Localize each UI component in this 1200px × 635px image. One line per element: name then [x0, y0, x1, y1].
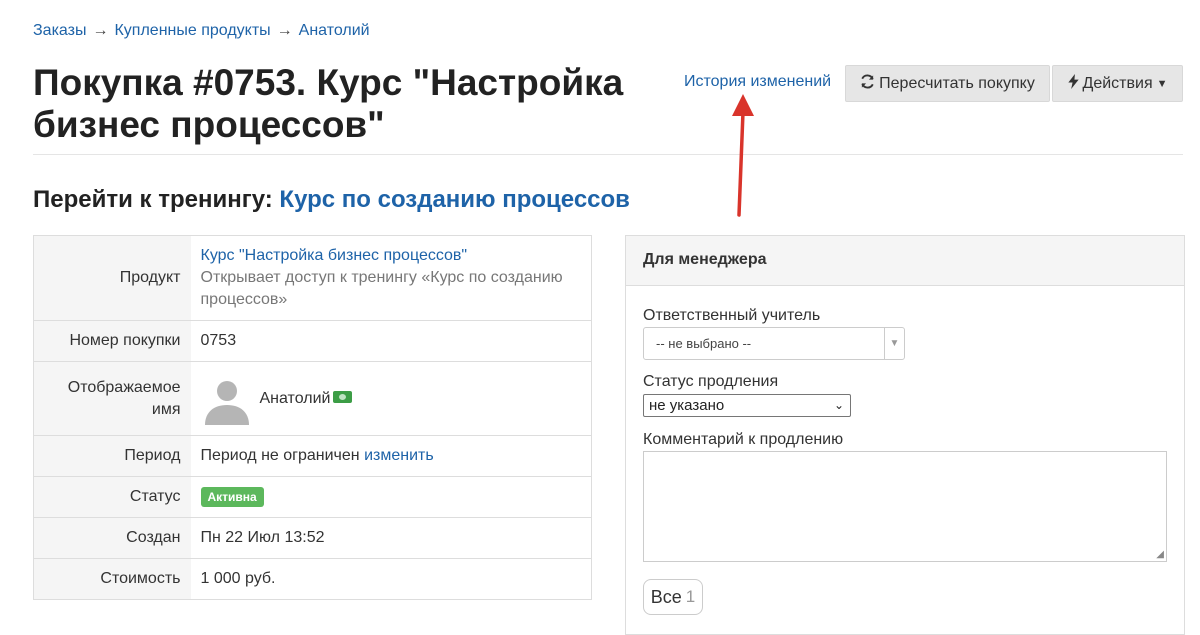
cash-icon	[333, 390, 353, 403]
table-row-status: Статус Активна	[33, 476, 592, 518]
display-name-value: Анатолий	[259, 389, 331, 407]
resize-grip-icon[interactable]: ◢	[1156, 549, 1164, 560]
breadcrumb-orders[interactable]: Заказы	[33, 22, 86, 39]
purchase-info-table: Продукт Курс "Настройка бизнес процессов…	[33, 235, 592, 600]
all-filter-count: 1	[685, 587, 696, 606]
status-label: Статус	[33, 476, 191, 518]
teacher-label: Ответственный учитель	[643, 307, 821, 324]
table-row-created: Создан Пн 22 Июл 13:52	[33, 517, 592, 559]
refresh-icon	[860, 74, 875, 94]
product-link[interactable]: Курс "Настройка бизнес процессов"	[201, 247, 468, 264]
breadcrumb-separator: →	[276, 22, 293, 39]
period-value: Период не ограничен	[200, 447, 360, 464]
go-to-training: Перейти к тренингу: Курс по созданию про…	[33, 186, 630, 214]
renewal-status-value: не указано	[649, 397, 725, 414]
price-value: 1 000 руб.	[190, 558, 592, 600]
all-filter-label: Все	[650, 586, 682, 607]
display-name-label: Отображаемое имя	[33, 361, 191, 436]
renewal-status-select[interactable]: не указано ⌄	[643, 394, 851, 417]
price-label: Стоимость	[33, 558, 191, 600]
product-description: Открывает доступ к тренингу «Курс по соз…	[200, 269, 563, 308]
renewal-status-label: Статус продления	[643, 373, 779, 390]
created-label: Создан	[33, 517, 191, 559]
bolt-icon	[1067, 73, 1079, 94]
manager-panel: Для менеджера Ответственный учитель -- н…	[625, 235, 1185, 635]
table-row-price: Стоимость 1 000 руб.	[33, 558, 592, 600]
header-divider	[33, 154, 1183, 155]
renewal-comment-label: Комментарий к продлению	[643, 431, 844, 448]
all-filter-button[interactable]: Все 1	[643, 579, 703, 615]
period-change-link[interactable]: изменить	[364, 447, 434, 464]
page-title: Покупка #0753. Курс "Настройка бизнес пр…	[33, 62, 624, 145]
created-value: Пн 22 Июл 13:52	[190, 517, 592, 559]
breadcrumb-purchased-products[interactable]: Купленные продукты	[114, 22, 270, 39]
product-label: Продукт	[33, 235, 191, 321]
training-prefix: Перейти к тренингу:	[33, 186, 273, 213]
history-link[interactable]: История изменений	[684, 73, 831, 91]
table-row-number: Номер покупки 0753	[33, 320, 592, 362]
training-link[interactable]: Курс по созданию процессов	[279, 186, 630, 213]
table-row-display-name: Отображаемое имя Анатолий	[33, 361, 592, 436]
status-badge: Активна	[200, 487, 264, 507]
teacher-select-value: -- не выбрано --	[656, 336, 752, 351]
table-row-product: Продукт Курс "Настройка бизнес процессов…	[33, 235, 592, 321]
breadcrumb: Заказы → Купленные продукты → Анатолий	[33, 22, 370, 40]
annotation-arrow	[732, 94, 754, 217]
breadcrumb-user[interactable]: Анатолий	[299, 22, 370, 39]
avatar-placeholder-icon	[200, 372, 253, 425]
chevron-down-icon: ⌄	[833, 398, 844, 412]
caret-down-icon: ▼	[1156, 77, 1168, 90]
caret-down-icon: ▼	[884, 328, 904, 359]
recalc-purchase-label: Пересчитать покупку	[879, 74, 1035, 92]
manager-panel-title: Для менеджера	[626, 236, 1184, 286]
renewal-comment-textarea[interactable]: ◢	[643, 451, 1167, 562]
recalc-purchase-button[interactable]: Пересчитать покупку	[845, 65, 1050, 102]
number-value: 0753	[190, 320, 592, 362]
teacher-select[interactable]: -- не выбрано -- ▼	[643, 327, 905, 360]
actions-dropdown-button[interactable]: Действия ▼	[1052, 65, 1183, 102]
table-row-period: Период Период не ограничен изменить	[33, 435, 592, 477]
period-label: Период	[33, 435, 191, 477]
number-label: Номер покупки	[33, 320, 191, 362]
actions-label: Действия	[1082, 74, 1153, 92]
breadcrumb-separator: →	[92, 22, 109, 39]
